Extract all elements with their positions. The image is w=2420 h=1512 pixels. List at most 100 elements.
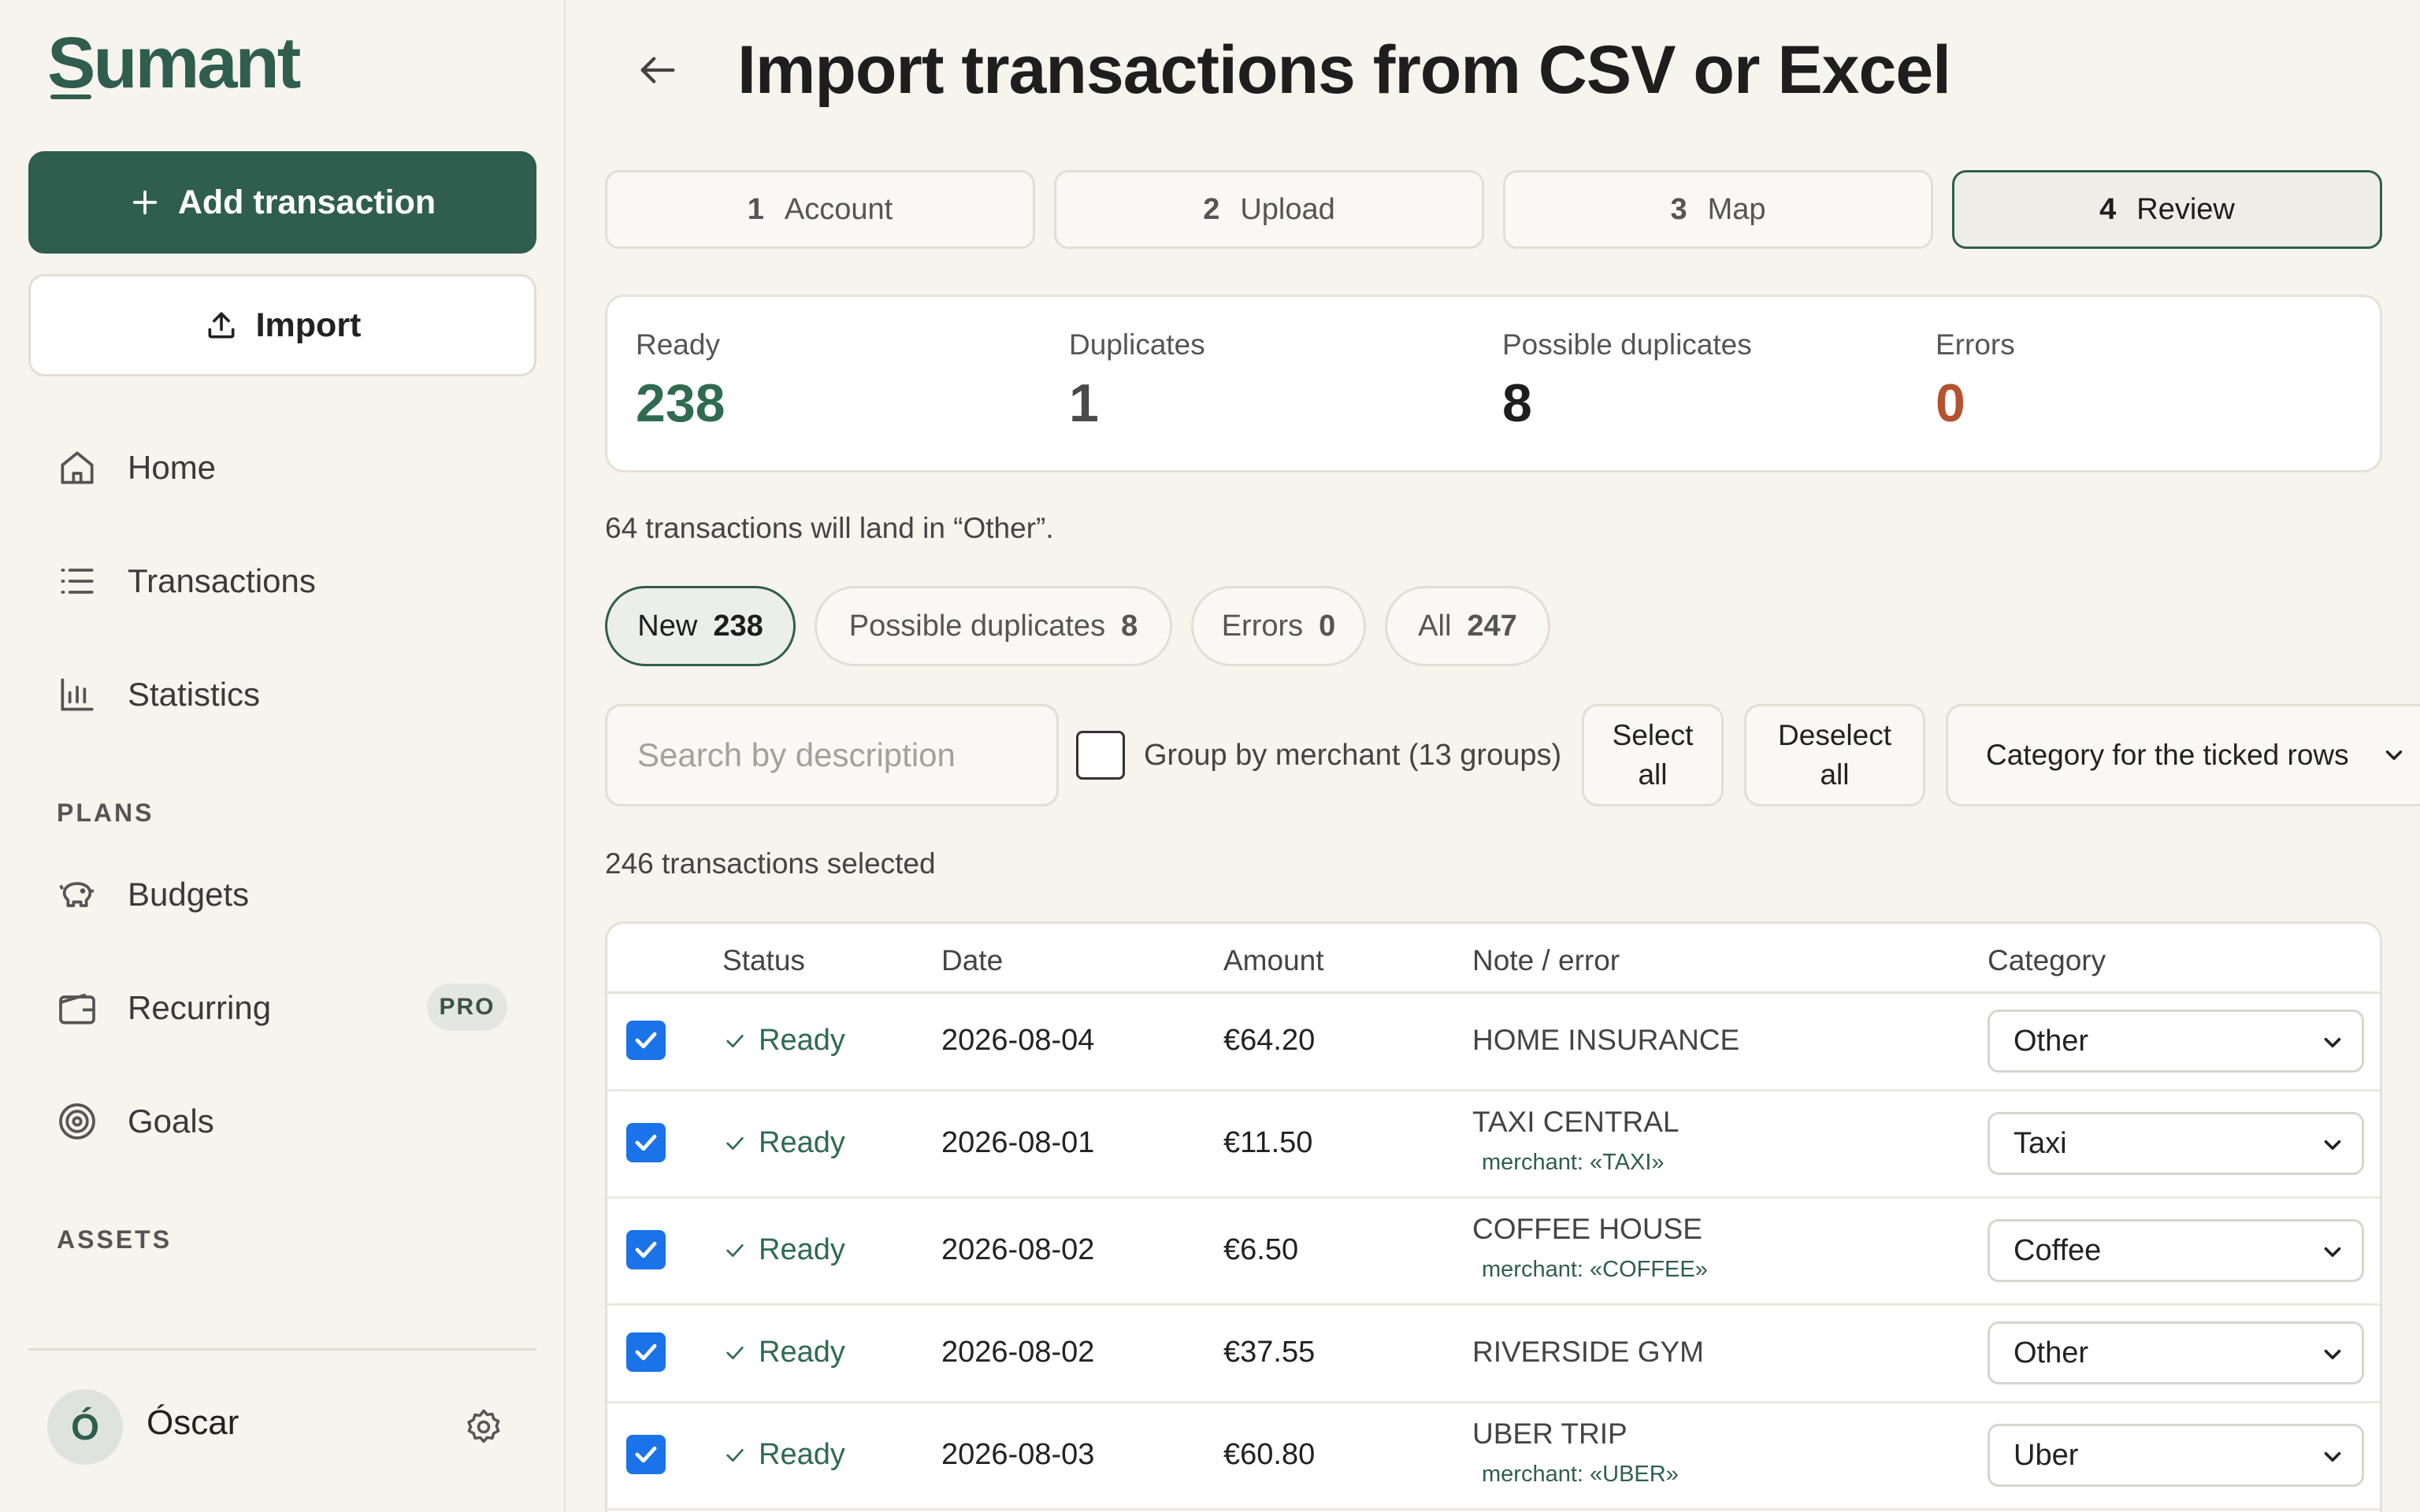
row-category-select[interactable]: Uber [1988, 1424, 2364, 1487]
import-button[interactable]: Import [28, 274, 536, 376]
stat-value-duplicates: 1 [1069, 373, 1099, 433]
section-label-assets: ASSETS [57, 1225, 173, 1254]
filter-count: 238 [713, 609, 763, 643]
step-upload[interactable]: 2 Upload [1054, 170, 1484, 249]
group-by-merchant-label: Group by merchant (13 groups) [1144, 739, 1562, 772]
deselect-all-label-line1: Deselect [1778, 719, 1891, 751]
note-cell: UBER TRIP [1472, 1418, 1628, 1450]
status-badge: Ready [722, 1024, 845, 1058]
row-category-select[interactable]: Coffee [1988, 1219, 2364, 1282]
row-category-select[interactable]: Other [1988, 1010, 2364, 1073]
row-checkbox[interactable] [626, 1230, 666, 1269]
stat-value-ready: 238 [636, 373, 726, 433]
chevron-down-icon [2385, 750, 2402, 760]
category-value: Coffee [2014, 1233, 2102, 1267]
row-category-select[interactable]: Taxi [1988, 1112, 2364, 1175]
checkmark-icon [635, 1134, 657, 1151]
nav-item-transactions[interactable]: Transactions [55, 550, 520, 613]
step-account[interactable]: 1 Account [605, 170, 1035, 249]
user-name[interactable]: Óscar [147, 1403, 239, 1443]
amount-cell: €64.20 [1223, 1024, 1316, 1057]
nav-label-recurring: Recurring [128, 989, 272, 1026]
column-header-date[interactable]: Date [941, 944, 1003, 977]
search-input[interactable] [605, 704, 1059, 806]
amount-cell: €60.80 [1223, 1438, 1316, 1471]
status-text: Ready [759, 1126, 845, 1159]
filter-possible-duplicates[interactable]: Possible duplicates 8 [815, 586, 1172, 666]
stat-label-duplicates: Duplicates [1069, 328, 1205, 361]
row-checkbox[interactable] [626, 1435, 666, 1474]
category-value: Taxi [2014, 1126, 2067, 1160]
sidebar-divider [28, 1348, 536, 1351]
nav-label-budgets: Budgets [128, 876, 250, 913]
nav-label-home: Home [128, 449, 217, 486]
filter-new[interactable]: New 238 [605, 586, 796, 666]
column-header-category[interactable]: Category [1988, 944, 2106, 977]
status-badge: Ready [722, 1438, 845, 1472]
nav-item-budgets[interactable]: Budgets [55, 863, 520, 926]
status-text: Ready [759, 1336, 845, 1369]
deselect-all-label-line2: all [1820, 758, 1850, 791]
back-arrow-icon[interactable] [635, 47, 681, 93]
filter-label: New [637, 609, 698, 643]
group-by-merchant-checkbox[interactable] [1076, 731, 1125, 780]
check-icon [726, 1448, 744, 1462]
table-row[interactable]: Ready 2026-08-01 €11.50 TAXI CENTRAL mer… [607, 1091, 2380, 1199]
status-badge: Ready [722, 1126, 845, 1160]
row-checkbox[interactable] [626, 1123, 666, 1162]
table-row[interactable]: Ready 2026-08-02 €6.50 COFFEE HOUSE merc… [607, 1199, 2380, 1306]
other-category-notice: 64 transactions will land in “Other”. [605, 512, 1054, 544]
column-header-amount[interactable]: Amount [1223, 944, 1324, 977]
nav-label-transactions: Transactions [128, 562, 316, 599]
checkmark-icon [635, 1343, 657, 1361]
step-map[interactable]: 3 Map [1503, 170, 1933, 249]
step-label: Review [2136, 192, 2235, 226]
wallet-icon [59, 993, 95, 1025]
target-icon [59, 1103, 95, 1140]
gear-icon[interactable] [463, 1406, 504, 1447]
add-transaction-button[interactable]: Add transaction [28, 151, 536, 254]
step-number: 3 [1670, 192, 1687, 226]
row-checkbox[interactable] [626, 1021, 666, 1060]
nav-item-statistics[interactable]: Statistics [55, 663, 520, 726]
stat-label-errors: Errors [1936, 328, 2015, 361]
date-cell: 2026-08-04 [941, 1024, 1095, 1057]
app-logo[interactable]: Sumant [47, 22, 301, 105]
row-category-select[interactable]: Other [1988, 1321, 2364, 1384]
bulk-category-select[interactable]: Category for the ticked rows [1946, 704, 2420, 806]
row-checkbox[interactable] [626, 1332, 666, 1372]
section-label-plans: PLANS [57, 799, 154, 827]
plus-icon [132, 190, 158, 215]
avatar[interactable]: Ó [47, 1389, 123, 1465]
list-icon [61, 569, 94, 594]
table-row[interactable]: Ready 2026-08-02 €37.55 RIVERSIDE GYM Ot… [607, 1306, 2380, 1403]
select-all-button[interactable]: Select all [1582, 704, 1724, 806]
chevron-down-icon [2324, 1349, 2341, 1360]
column-header-note[interactable]: Note / error [1472, 944, 1620, 977]
status-text: Ready [759, 1024, 845, 1057]
nav-label-goals: Goals [128, 1102, 214, 1140]
table-row[interactable]: Ready 2026-08-04 €64.20 HOME INSURANCE O… [607, 994, 2380, 1091]
amount-cell: €37.55 [1223, 1336, 1316, 1369]
piggy-bank-icon [59, 882, 94, 907]
nav-item-home[interactable]: Home [55, 436, 520, 499]
home-icon [61, 451, 94, 484]
filter-label: Errors [1221, 609, 1304, 643]
step-number: 4 [2099, 192, 2117, 226]
filter-errors[interactable]: Errors 0 [1191, 586, 1366, 666]
stat-value-errors: 0 [1936, 373, 1965, 433]
sidebar: Sumant Add transaction Import Home Trans… [0, 0, 566, 1512]
step-label: Upload [1240, 192, 1335, 226]
check-icon [726, 1034, 744, 1047]
deselect-all-button[interactable]: Deselect all [1744, 704, 1925, 806]
select-all-label-line1: Select [1612, 719, 1694, 751]
chevron-down-icon [2324, 1247, 2341, 1258]
column-header-status[interactable]: Status [722, 944, 805, 977]
note-cell: HOME INSURANCE [1472, 1024, 1740, 1056]
bulk-category-label: Category for the ticked rows [1986, 739, 2349, 771]
table-row[interactable]: Ready 2026-08-03 €60.80 UBER TRIP mercha… [607, 1403, 2380, 1510]
filter-all[interactable]: All 247 [1385, 586, 1550, 666]
chevron-down-icon [2324, 1140, 2341, 1151]
nav-item-goals[interactable]: Goals [55, 1090, 520, 1153]
step-review[interactable]: 4 Review [1952, 170, 2382, 249]
